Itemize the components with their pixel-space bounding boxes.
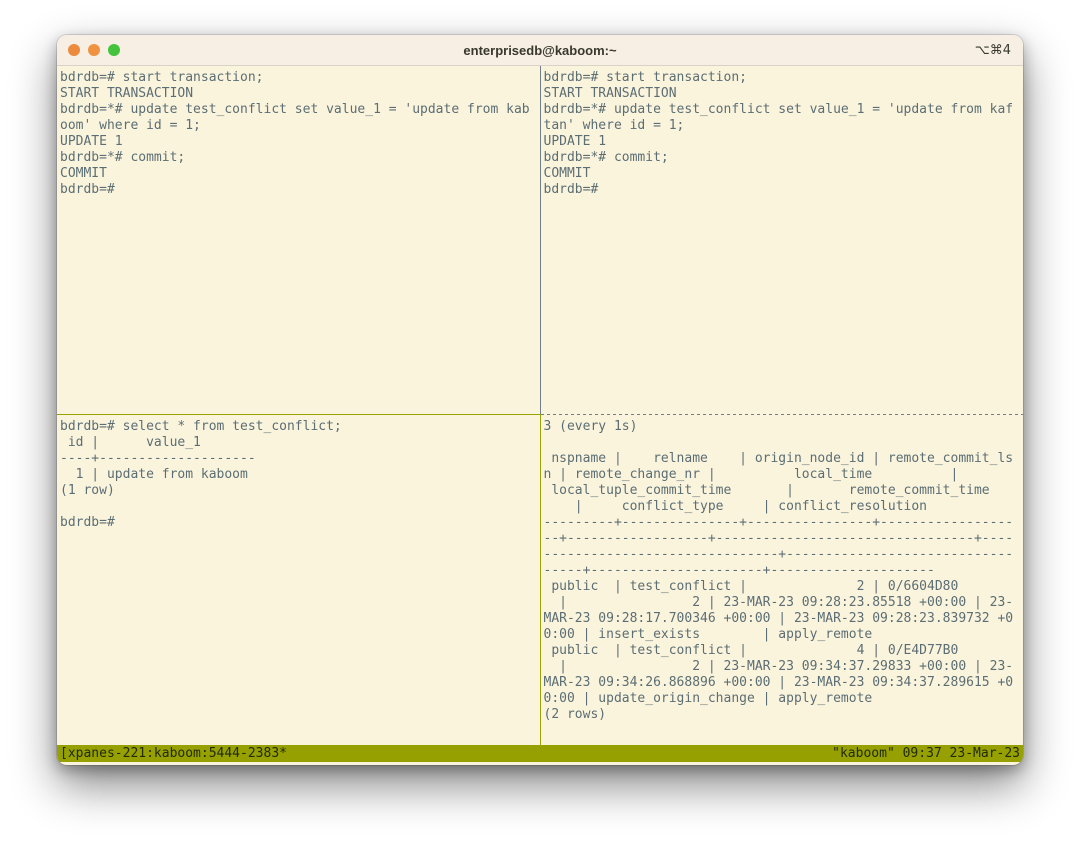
tmux-status-clock: "kaboom" 09:37 23-Mar-23: [832, 746, 1020, 761]
tmux-status-bar: [xpanes-221:kaboom:5444-2383* "kaboom" 0…: [57, 745, 1023, 762]
window-title: enterprisedb@kaboom:~: [463, 42, 617, 58]
traffic-lights: [57, 44, 120, 56]
pane-bottom-right[interactable]: 3 (every 1s) nspname | relname | origin_…: [541, 415, 1024, 745]
keyboard-shortcut-hint: ⌥⌘4: [974, 42, 1011, 58]
pane-top-right[interactable]: bdrdb=# start transaction; START TRANSAC…: [541, 66, 1024, 414]
minimize-button[interactable]: [88, 44, 100, 56]
close-button[interactable]: [68, 44, 80, 56]
zoom-button[interactable]: [108, 44, 120, 56]
pane-top-right-text: bdrdb=# start transaction; START TRANSAC…: [543, 70, 1014, 197]
pane-bottom-right-text: 3 (every 1s) nspname | relname | origin_…: [543, 419, 1014, 722]
tmux-session-window-list[interactable]: [xpanes-221:kaboom:5444-2383*: [60, 745, 287, 762]
terminal-area: bdrdb=# start transaction; START TRANSAC…: [57, 66, 1023, 745]
pane-top-left-text: bdrdb=# start transaction; START TRANSAC…: [60, 70, 530, 197]
app-window: enterprisedb@kaboom:~ ⌥⌘4 bdrdb=# start …: [57, 35, 1023, 765]
pane-top-left[interactable]: bdrdb=# start transaction; START TRANSAC…: [57, 66, 540, 414]
pane-bottom-left[interactable]: bdrdb=# select * from test_conflict; id …: [57, 415, 540, 745]
pane-bottom-left-text: bdrdb=# select * from test_conflict; id …: [60, 419, 342, 530]
window-titlebar[interactable]: enterprisedb@kaboom:~ ⌥⌘4: [57, 35, 1023, 66]
